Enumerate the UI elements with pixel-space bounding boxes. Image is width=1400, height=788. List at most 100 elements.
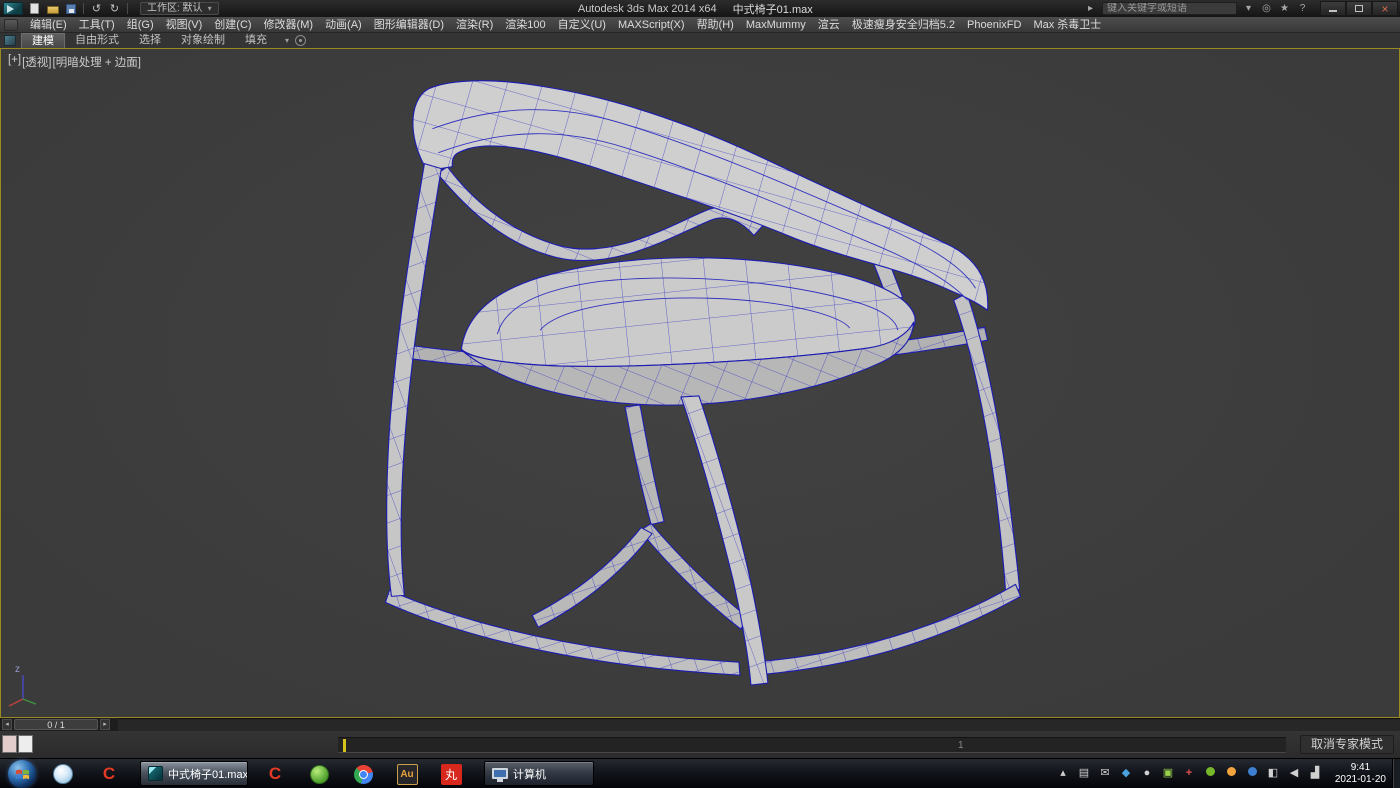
3dsmax-application-button[interactable] xyxy=(3,2,23,15)
tray-shield-icon[interactable]: ◆ xyxy=(1119,766,1133,781)
open-file-icon[interactable] xyxy=(45,2,60,15)
menu-item-phoenixfd[interactable]: PhoenixFD xyxy=(961,17,1027,33)
time-slider[interactable]: 0 / 1 xyxy=(14,719,98,730)
tray-mail-icon[interactable]: ✉ xyxy=(1098,766,1112,781)
taskbar-clock[interactable]: 9:41 2021-01-20 xyxy=(1335,762,1386,786)
chair-stretcher-right[interactable] xyxy=(753,584,1021,675)
workspace-selector[interactable]: 工作区: 默认 ▾ xyxy=(140,2,219,15)
ribbon-cycle-icon[interactable] xyxy=(295,35,306,46)
track-bar-strip[interactable] xyxy=(118,718,1400,731)
chrome-icon[interactable] xyxy=(352,763,374,785)
wan-app-icon[interactable]: 丸 xyxy=(440,763,462,785)
viewport[interactable]: [+] [透视] [明暗处理 + 边面] xyxy=(0,48,1400,718)
page-icon xyxy=(30,3,39,14)
ribbon-minimize-icon[interactable]: ▾ xyxy=(285,36,289,45)
show-hidden-icons-icon[interactable]: ▴ xyxy=(1056,766,1070,781)
c-app-icon[interactable]: C xyxy=(264,763,286,785)
taskbar-item-3dsmax[interactable]: 中式椅子01.max ... xyxy=(140,761,248,786)
menu-item-max-antivirus[interactable]: Max 杀毒卫士 xyxy=(1027,17,1107,33)
maximize-button[interactable] xyxy=(1346,1,1372,16)
taskbar-item-computer[interactable]: 计算机 xyxy=(484,761,594,786)
undo-icon[interactable]: ↺ xyxy=(89,2,104,15)
chair-left-leg[interactable] xyxy=(387,164,442,597)
tab-populate[interactable]: 填充 xyxy=(235,33,277,48)
menu-item-rendering[interactable]: 渲染(R) xyxy=(450,17,499,33)
network-icon[interactable]: ▟ xyxy=(1308,766,1322,781)
tray-settings-icon[interactable]: ◧ xyxy=(1266,766,1280,781)
menu-item-group[interactable]: 组(G) xyxy=(121,17,160,33)
chair-model[interactable] xyxy=(385,81,1020,685)
screen: ↺ ↻ 工作区: 默认 ▾ Autodesk 3ds Max 2014 x64 … xyxy=(0,0,1400,788)
chevron-down-icon: ▾ xyxy=(208,3,212,15)
audition-icon[interactable]: Au xyxy=(396,763,418,785)
track-bar[interactable]: 1 xyxy=(338,737,1286,753)
menu-bar-icon[interactable] xyxy=(4,19,18,31)
menu-item-animation[interactable]: 动画(A) xyxy=(319,17,368,33)
new-scene-icon[interactable] xyxy=(27,2,42,15)
taskbar-item-label: 中式椅子01.max ... xyxy=(168,766,248,782)
ribbon-menu-icon[interactable] xyxy=(4,35,16,46)
maxscript-mini-listener-macro[interactable] xyxy=(2,735,17,753)
search-dropdown-icon[interactable]: ▾ xyxy=(1242,3,1255,14)
maxscript-mini-listener[interactable] xyxy=(18,735,33,753)
tab-selection[interactable]: 选择 xyxy=(129,33,171,48)
tray-plus-icon[interactable]: + xyxy=(1182,766,1196,781)
tray-green-square-icon[interactable]: ▣ xyxy=(1161,766,1175,781)
tray-green-dot-icon[interactable] xyxy=(1203,766,1217,781)
green-ball-icon xyxy=(310,765,329,784)
time-slider-row: ◂ 0 / 1 ▸ xyxy=(0,718,1400,731)
menu-item-graph-editors[interactable]: 图形编辑器(D) xyxy=(368,17,450,33)
chair-seat[interactable] xyxy=(461,258,915,367)
viewport-shading-menu[interactable]: [明暗处理 + 边面] xyxy=(53,54,142,70)
menu-item-views[interactable]: 视图(V) xyxy=(160,17,209,33)
menu-bar: 编辑(E) 工具(T) 组(G) 视图(V) 创建(C) 修改器(M) 动画(A… xyxy=(0,17,1400,33)
cancel-expert-mode-button[interactable]: 取消专家模式 xyxy=(1300,735,1394,754)
menu-item-edit[interactable]: 编辑(E) xyxy=(24,17,73,33)
minimize-button[interactable] xyxy=(1320,1,1346,16)
next-frame-button[interactable]: ▸ xyxy=(100,719,110,730)
chair-front-leg[interactable] xyxy=(681,396,768,685)
tab-freeform[interactable]: 自由形式 xyxy=(65,33,129,48)
clock-date: 2021-01-20 xyxy=(1335,774,1386,786)
menu-item-customize[interactable]: 自定义(U) xyxy=(552,17,612,33)
help-icon[interactable]: ? xyxy=(1296,3,1309,14)
menu-item-render100[interactable]: 渲染100 xyxy=(499,17,551,33)
redo-icon[interactable]: ↻ xyxy=(107,2,122,15)
tab-object-paint[interactable]: 对象绘制 xyxy=(171,33,235,48)
menu-item-create[interactable]: 创建(C) xyxy=(208,17,257,33)
infocenter-expand-icon[interactable]: ▸ xyxy=(1084,3,1097,14)
chair-stretcher-cross-left[interactable] xyxy=(532,528,652,628)
pinned-c-app-icon[interactable]: C xyxy=(98,763,120,785)
viewport-general-menu[interactable]: [+] xyxy=(8,54,21,70)
menu-item-help[interactable]: 帮助(H) xyxy=(691,17,740,33)
menu-item-maxscript[interactable]: MAXScript(X) xyxy=(612,17,691,33)
menu-item-xuanyun[interactable]: 渲云 xyxy=(812,17,846,33)
sign-in-icon[interactable]: ◎ xyxy=(1260,3,1273,14)
green-app-icon[interactable] xyxy=(308,763,330,785)
tray-printer-icon[interactable]: ▤ xyxy=(1077,766,1091,781)
taskbar-item-label: 计算机 xyxy=(513,766,546,782)
viewport-pov-menu[interactable]: [透视] xyxy=(22,54,51,70)
previous-frame-button[interactable]: ◂ xyxy=(2,719,12,730)
tab-modeling[interactable]: 建模 xyxy=(21,33,65,48)
tray-orange-dot-icon[interactable] xyxy=(1224,766,1238,781)
menu-item-modifiers[interactable]: 修改器(M) xyxy=(258,17,320,33)
tray-app-icon[interactable]: ● xyxy=(1140,766,1154,781)
frame-marker[interactable] xyxy=(343,739,346,752)
infocenter-search-input[interactable] xyxy=(1102,2,1237,15)
menu-item-slim-archive[interactable]: 极速瘦身安全归档5.2 xyxy=(846,17,961,33)
start-button[interactable] xyxy=(8,760,36,788)
save-file-icon[interactable] xyxy=(63,2,78,15)
volume-icon[interactable]: ◀ xyxy=(1287,766,1301,781)
pinned-browser-icon[interactable] xyxy=(52,763,74,785)
show-desktop-button[interactable] xyxy=(1392,759,1400,788)
chair-rear-leg[interactable] xyxy=(625,405,664,525)
viewport-canvas[interactable]: z xyxy=(1,49,1399,717)
green-dot xyxy=(1206,767,1215,776)
maximize-icon xyxy=(1355,5,1363,12)
close-button[interactable]: × xyxy=(1372,1,1398,16)
favorites-star-icon[interactable]: ★ xyxy=(1278,3,1291,14)
menu-item-tools[interactable]: 工具(T) xyxy=(73,17,121,33)
menu-item-maxmummy[interactable]: MaxMummy xyxy=(740,17,812,33)
tray-blue-dot-icon[interactable] xyxy=(1245,766,1259,781)
